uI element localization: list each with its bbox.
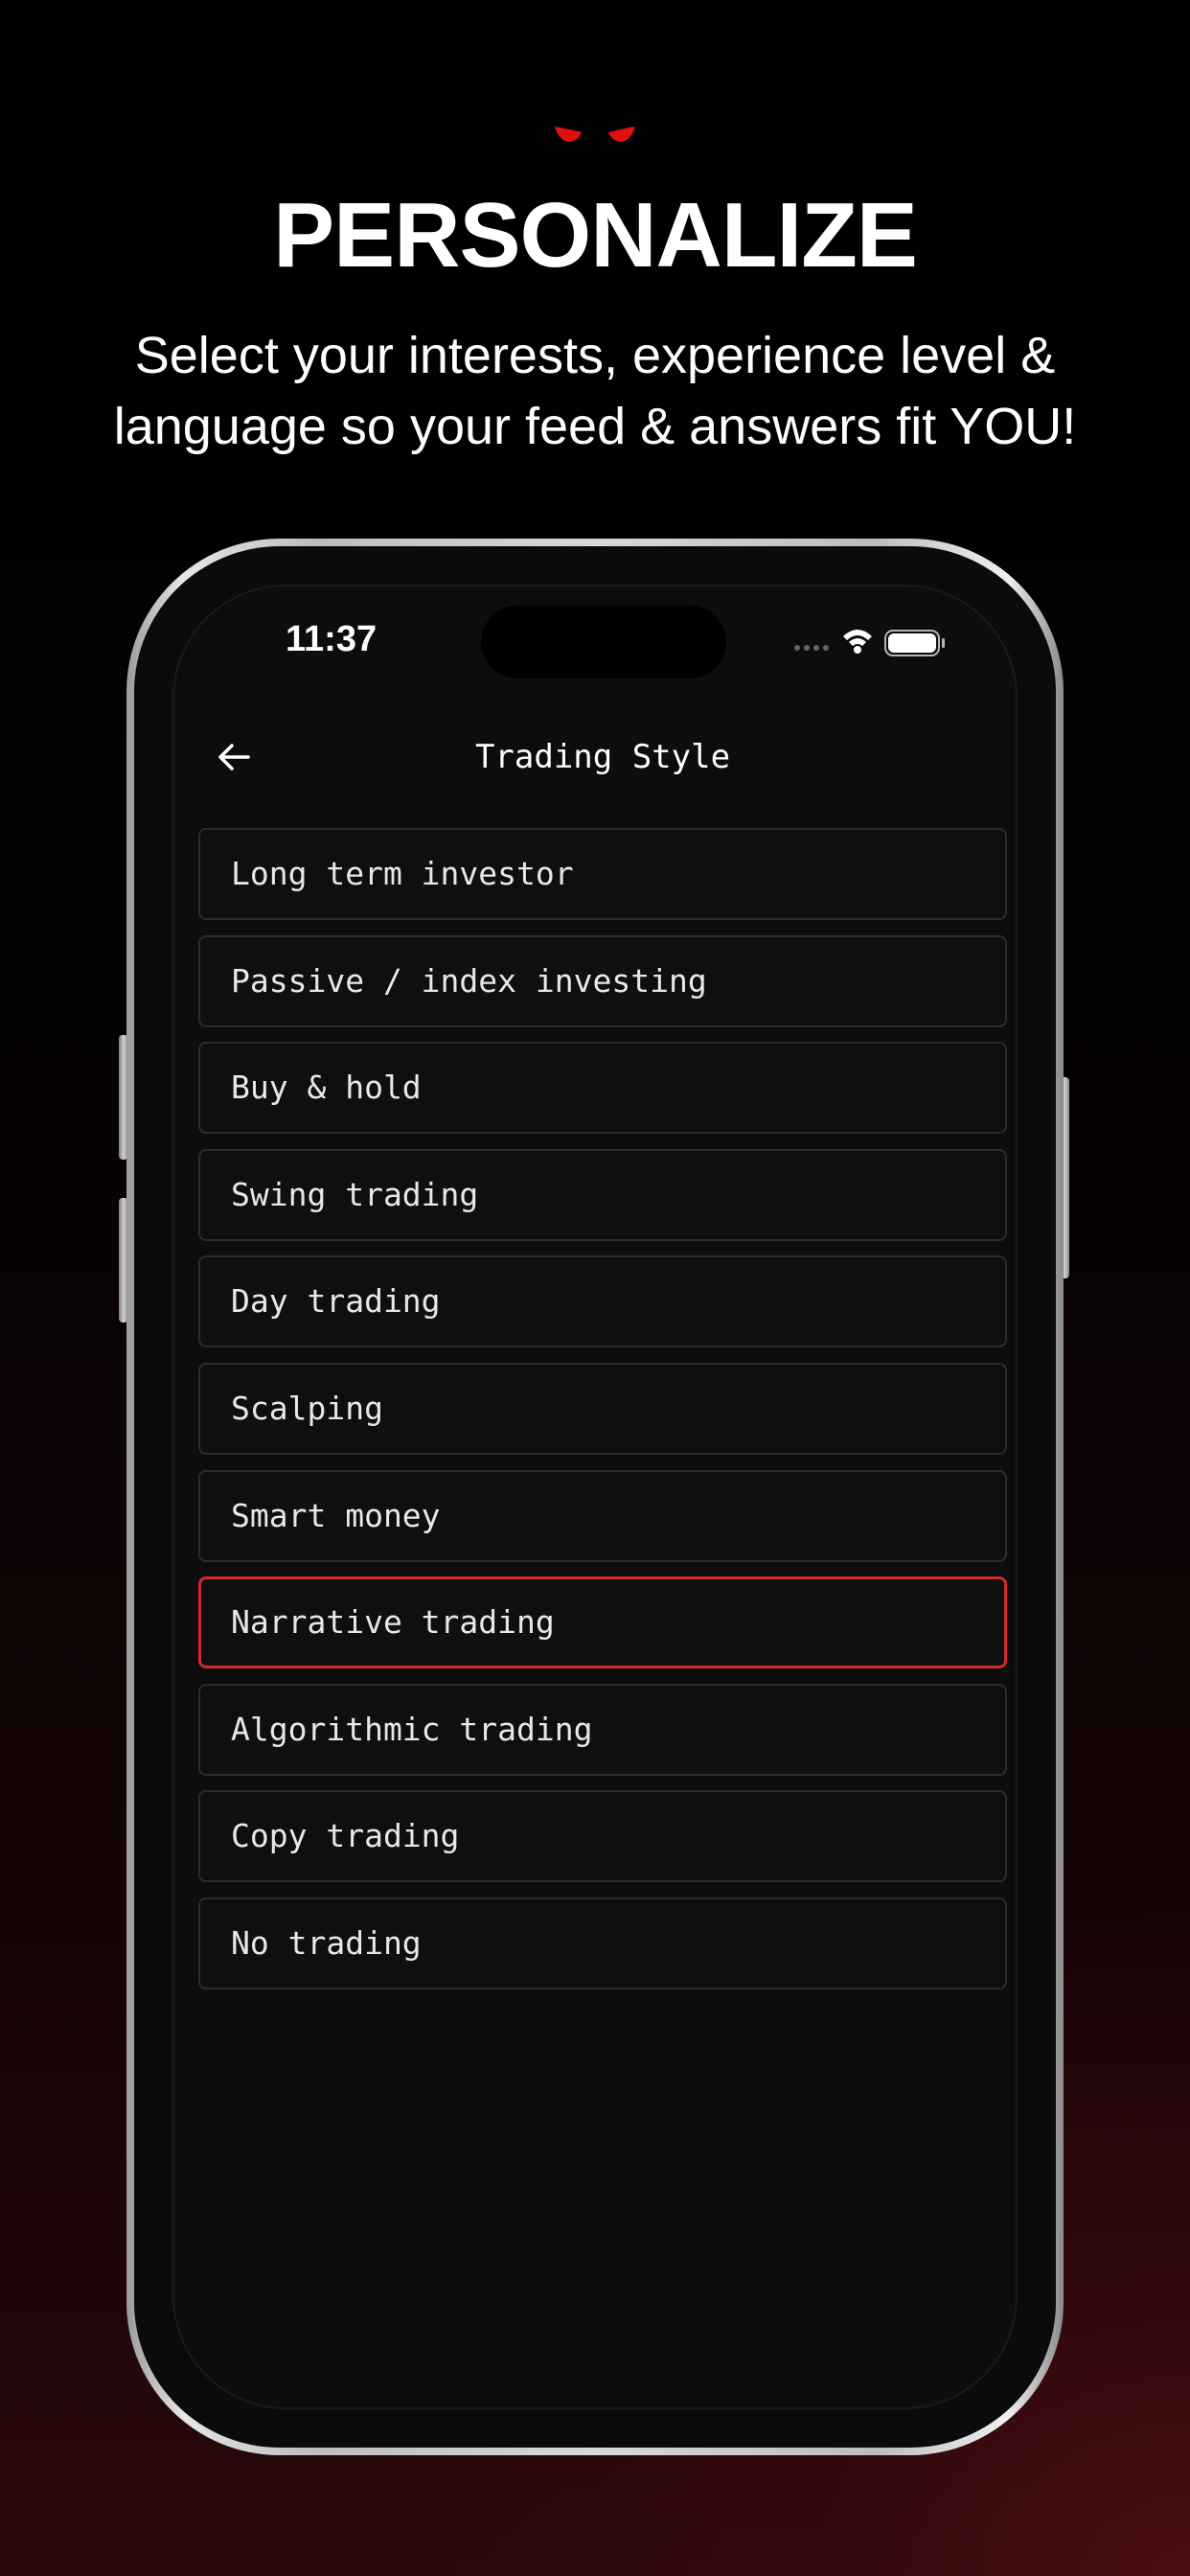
wifi-icon: [843, 630, 872, 654]
eyes-logo-icon: [555, 126, 635, 142]
page-subtitle: Select your interests, experience level …: [113, 327, 1077, 455]
option-smart-money[interactable]: Smart money: [198, 1469, 1007, 1562]
option-no-trading[interactable]: No trading: [198, 1897, 1007, 1990]
battery-icon: [884, 630, 945, 656]
trading-style-options: Long term investor Passive / index inves…: [198, 828, 1007, 2005]
phone-bezel: 11:37 Trading Style Long term investor P…: [134, 546, 1056, 2448]
option-buy-and-hold[interactable]: Buy & hold: [198, 1042, 1007, 1135]
status-icons: [794, 630, 945, 656]
screen-title: Trading Style: [474, 738, 731, 776]
option-passive-index-investing[interactable]: Passive / index investing: [198, 934, 1007, 1027]
option-day-trading[interactable]: Day trading: [198, 1255, 1007, 1348]
dynamic-island: [481, 606, 726, 678]
cellular-signal-icon: [794, 645, 829, 651]
option-algorithmic-trading[interactable]: Algorithmic trading: [198, 1683, 1007, 1776]
option-swing-trading[interactable]: Swing trading: [198, 1148, 1007, 1241]
option-copy-trading[interactable]: Copy trading: [198, 1790, 1007, 1883]
option-scalping[interactable]: Scalping: [198, 1362, 1007, 1455]
option-narrative-trading[interactable]: Narrative trading: [198, 1576, 1007, 1669]
status-time: 11:37: [286, 619, 378, 659]
phone-screen: 11:37 Trading Style Long term investor P…: [172, 585, 1018, 2409]
page-headline: PERSONALIZE: [273, 184, 918, 287]
phone-frame: 11:37 Trading Style Long term investor P…: [126, 539, 1064, 2455]
option-long-term-investor[interactable]: Long term investor: [198, 828, 1007, 920]
